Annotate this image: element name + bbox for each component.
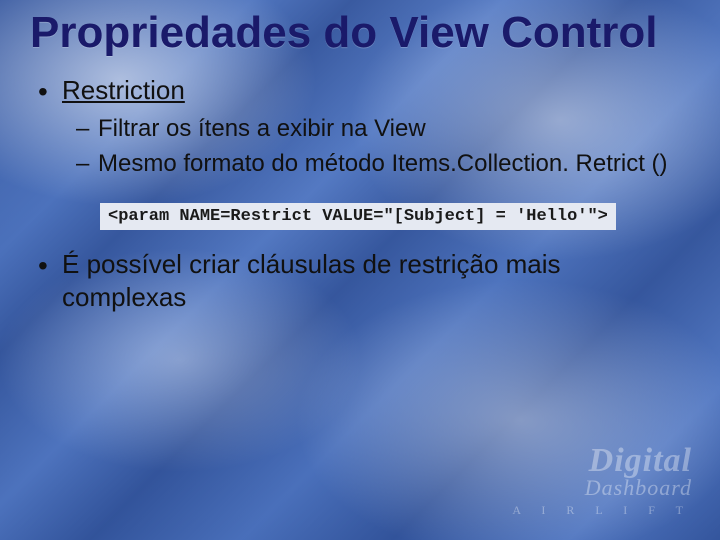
- bullet-restriction: Restriction Filtrar os ítens a exibir na…: [34, 74, 690, 179]
- code-sample: <param NAME=Restrict VALUE="[Subject] = …: [100, 203, 616, 230]
- slide: Propriedades do View Control Restriction…: [0, 0, 720, 540]
- logo-sub: Dashboard: [512, 475, 692, 501]
- sub-bullet-list: Filtrar os ítens a exibir na View Mesmo …: [62, 113, 690, 179]
- bullet-complex-clauses: É possível criar cláusulas de restrição …: [34, 248, 690, 313]
- logo-brand: Digital: [512, 446, 692, 477]
- bullet-list-2: É possível criar cláusulas de restrição …: [30, 248, 690, 313]
- logo-tag: A I R L I F T: [512, 503, 692, 518]
- watermark-logo: Digital Dashboard A I R L I F T: [512, 446, 692, 518]
- slide-title: Propriedades do View Control: [30, 10, 690, 56]
- bullet-list: Restriction Filtrar os ítens a exibir na…: [30, 74, 690, 179]
- sub-bullet-1: Filtrar os ítens a exibir na View: [76, 113, 690, 144]
- bullet-restriction-label: Restriction: [62, 75, 185, 105]
- sub-bullet-2: Mesmo formato do método Items.Collection…: [76, 148, 690, 179]
